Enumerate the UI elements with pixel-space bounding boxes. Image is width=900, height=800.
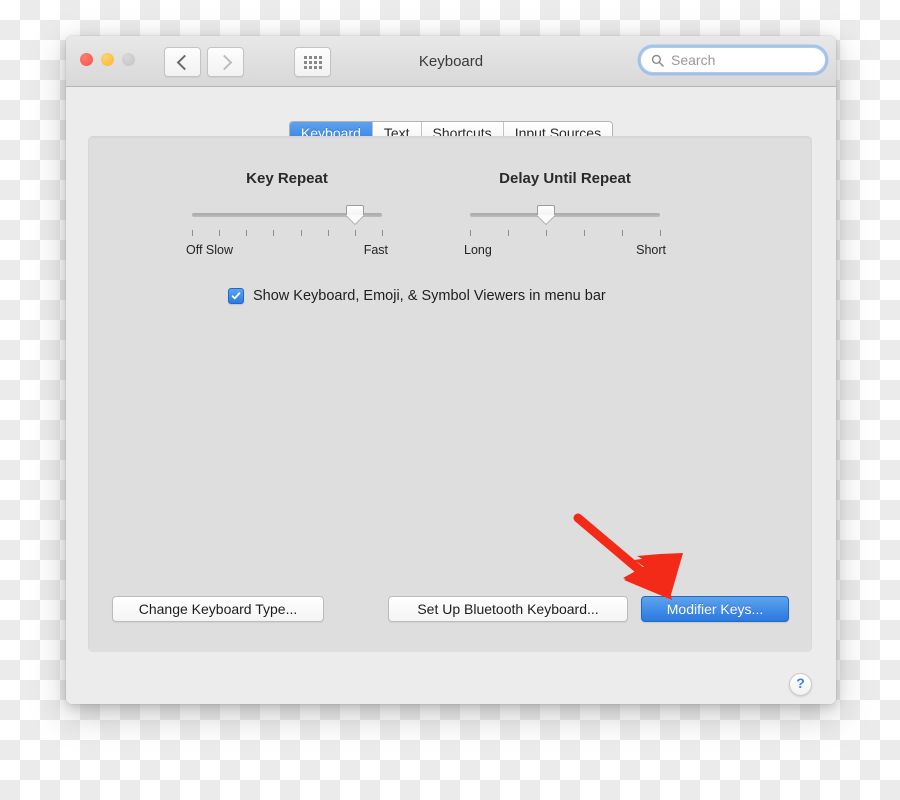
set-up-bluetooth-keyboard-button[interactable]: Set Up Bluetooth Keyboard... [388, 596, 628, 622]
key-repeat-high-label: Fast [363, 243, 388, 257]
delay-until-repeat-ticks [470, 230, 661, 239]
show-viewers-checkbox[interactable] [228, 288, 244, 304]
key-repeat-ticks [192, 230, 383, 239]
key-repeat-slider-group: Key Repeat Off Slow Fast [186, 170, 388, 259]
delay-high-label: Short [636, 243, 666, 257]
modifier-keys-button[interactable]: Modifier Keys... [641, 596, 789, 622]
window-content: Keyboard Text Shortcuts Input Sources Ke… [66, 87, 836, 704]
show-viewers-label: Show Keyboard, Emoji, & Symbol Viewers i… [253, 288, 606, 304]
search-icon [651, 54, 664, 67]
help-button[interactable]: ? [789, 673, 812, 696]
key-repeat-low-label: Off Slow [186, 243, 234, 257]
key-repeat-label: Key Repeat [246, 170, 328, 187]
delay-until-repeat-slider-group: Delay Until Repeat Long Short [464, 170, 666, 259]
delay-until-repeat-label: Delay Until Repeat [499, 170, 631, 187]
change-keyboard-type-button[interactable]: Change Keyboard Type... [112, 596, 324, 622]
preferences-panel: Key Repeat Off Slow Fast Delay Until Rep… [88, 136, 812, 652]
system-preferences-window: Keyboard Search Keyboard Text Shortcuts … [66, 36, 836, 704]
search-input-placeholder: Search [671, 52, 716, 68]
key-repeat-slider[interactable] [192, 205, 382, 221]
show-viewers-checkbox-row[interactable]: Show Keyboard, Emoji, & Symbol Viewers i… [228, 288, 606, 304]
key-repeat-end-labels: Off Slow Fast [186, 243, 388, 259]
delay-low-label: Long [464, 243, 492, 257]
delay-until-repeat-slider[interactable] [470, 205, 660, 221]
checkmark-icon [231, 292, 241, 300]
search-field[interactable]: Search [640, 47, 826, 73]
delay-until-repeat-end-labels: Long Short [464, 243, 666, 259]
delay-until-repeat-track [470, 213, 660, 217]
window-titlebar: Keyboard Search [66, 36, 836, 87]
